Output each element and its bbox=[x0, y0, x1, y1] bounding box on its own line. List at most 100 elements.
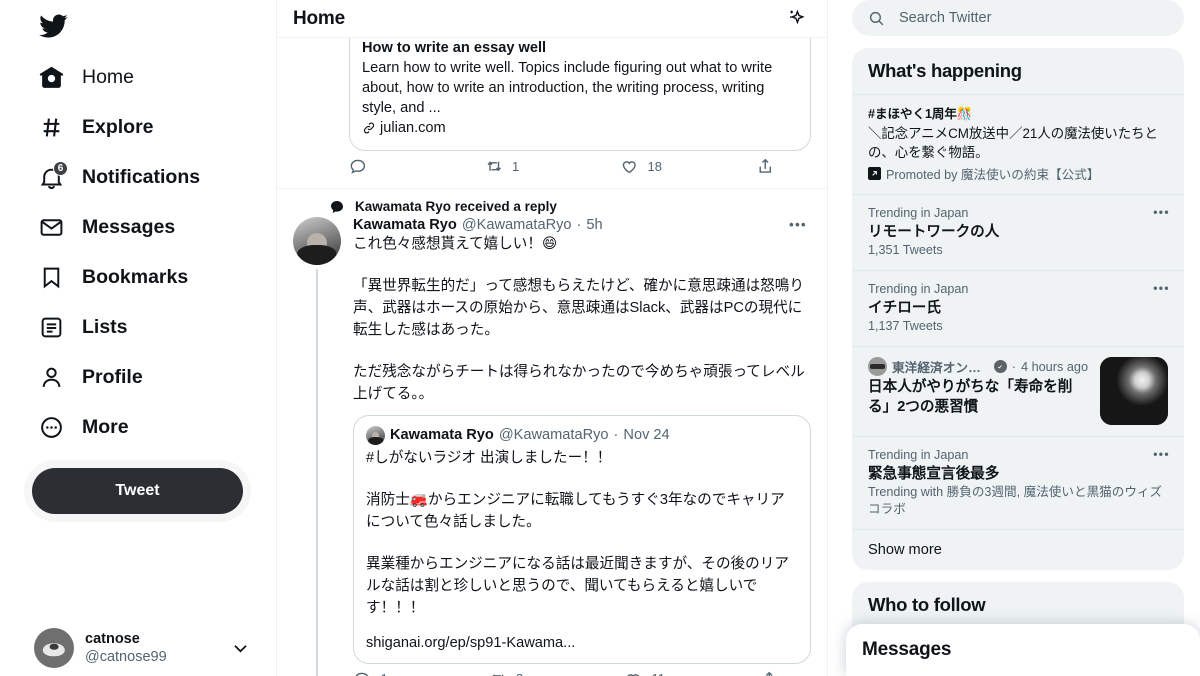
tweet-button[interactable]: Tweet bbox=[32, 468, 243, 514]
tweet-header: Kawamata Ryo @KawamataRyo · 5h ••• bbox=[353, 217, 811, 233]
retweet-icon bbox=[491, 673, 503, 676]
news-row: 東洋経済オンラ... · 4 hours ago 日本人がやりがちな「寿命を削る… bbox=[868, 357, 1168, 425]
news-title: 日本人がやりがちな「寿命を削る」2つの悪習慣 bbox=[868, 379, 1073, 415]
reply-bubble-icon bbox=[329, 199, 345, 215]
account-name: catnose bbox=[85, 631, 140, 647]
tweet-text-para1: 「異世界転生的だ」って感想もらえたけど、確かに意思疎通は怒鳴り声、武器はホースの… bbox=[353, 277, 804, 338]
share-button[interactable] bbox=[756, 157, 775, 176]
tweet-text-para2: ただ残念ながらチートは得られなかったので今めちゃ頑張ってレベル上げてる。。 bbox=[353, 363, 805, 402]
like-count: 18 bbox=[647, 158, 662, 174]
sidebar-item-bookmarks[interactable]: Bookmarks bbox=[32, 252, 202, 302]
trend-item[interactable]: ••• Trending in Japan リモートワークの人 1,351 Tw… bbox=[852, 194, 1184, 270]
like-count: 11 bbox=[652, 671, 666, 676]
like-button[interactable]: 11 bbox=[624, 670, 760, 676]
panel-title: Who to follow bbox=[868, 594, 986, 615]
show-more-button[interactable]: Show more bbox=[852, 529, 1184, 570]
nav-list: Home Explore 6 Notifications Messages Bo… bbox=[32, 52, 264, 452]
share-button[interactable] bbox=[760, 670, 779, 676]
trend-category: Trending in Japan bbox=[868, 206, 969, 220]
like-button[interactable]: 18 bbox=[620, 157, 756, 176]
sidebar-item-notifications[interactable]: 6 Notifications bbox=[32, 152, 214, 202]
sidebar-item-home[interactable]: Home bbox=[32, 52, 148, 102]
trend-item[interactable]: ••• Trending in Japan 緊急事態宣言後最多 Trending… bbox=[852, 436, 1184, 529]
sidebar-item-label: Notifications bbox=[82, 166, 201, 188]
more-options-icon[interactable]: ••• bbox=[1153, 281, 1170, 295]
reply-button[interactable] bbox=[349, 157, 485, 176]
right-sidebar: What's happening #まほやく1周年🎊 ＼記念アニメCM放送中／2… bbox=[828, 0, 1200, 676]
sidebar-item-messages[interactable]: Messages bbox=[32, 202, 189, 252]
trend-name: イチロー氏 bbox=[868, 300, 941, 316]
quoted-text-para1: #しがないラジオ 出演しましたー！！ bbox=[366, 449, 612, 466]
panel-title: What's happening bbox=[868, 60, 1022, 81]
reply-button[interactable]: 1 bbox=[353, 670, 489, 676]
retweet-icon bbox=[487, 161, 501, 172]
quoted-timestamp: Nov 24 bbox=[623, 427, 670, 443]
twitter-bird-icon bbox=[39, 14, 68, 38]
card-description: Learn how to write well. Topics include … bbox=[362, 60, 773, 116]
news-main: 東洋経済オンラ... · 4 hours ago 日本人がやりがちな「寿命を削る… bbox=[868, 357, 1088, 417]
tweet-context: Kawamata Ryo received a reply bbox=[293, 189, 811, 217]
separator: · bbox=[613, 427, 619, 443]
avatar bbox=[34, 628, 74, 668]
news-timestamp: 4 hours ago bbox=[1020, 359, 1088, 374]
more-options-icon[interactable]: ••• bbox=[1153, 205, 1170, 219]
trend-name: リモートワークの人 bbox=[868, 224, 1000, 240]
search-input[interactable] bbox=[899, 10, 1168, 26]
link-preview-card[interactable]: How to write an essay well Learn how to … bbox=[349, 38, 811, 151]
sidebar-item-lists[interactable]: Lists bbox=[32, 302, 142, 352]
account-switcher[interactable]: catnose @catnose99 bbox=[26, 620, 258, 676]
avatar[interactable] bbox=[293, 216, 341, 265]
promoted-tag: #まほやく1周年🎊 bbox=[868, 107, 973, 121]
quoted-text-para2: 消防士🚒からエンジニアに転職してもうすぐ3年なのでキャリアについて色々話しました… bbox=[366, 491, 785, 530]
avatar bbox=[366, 425, 385, 445]
trend-item[interactable]: ••• Trending in Japan イチロー氏 1,137 Tweets bbox=[852, 270, 1184, 346]
tweet-avatar-column bbox=[293, 216, 341, 676]
tweet-actions: 1 2 11 bbox=[353, 664, 778, 676]
messages-dock[interactable]: Messages bbox=[846, 624, 1200, 676]
trend-category: Trending in Japan bbox=[868, 448, 969, 462]
sidebar-item-label: Messages bbox=[82, 216, 176, 238]
quoted-text-para3: 異業種からエンジニアになる話は最近聞きますが、その後のリアルな話は割と珍しいと思… bbox=[366, 555, 789, 616]
hashtag-icon bbox=[38, 114, 64, 140]
sparkles-icon[interactable] bbox=[779, 3, 811, 35]
tweet-kawamata[interactable]: Kawamata Ryo received a reply Kawamata R… bbox=[277, 189, 827, 676]
search-area bbox=[852, 0, 1184, 36]
quoted-tweet-header: Kawamata Ryo @KawamataRyo · Nov 24 bbox=[366, 425, 798, 445]
page-title: Home bbox=[293, 7, 345, 29]
sidebar-item-more[interactable]: More bbox=[32, 402, 143, 452]
retweet-button[interactable]: 2 bbox=[489, 670, 625, 676]
card-link[interactable]: julian.com bbox=[362, 118, 798, 138]
link-icon bbox=[362, 121, 376, 135]
news-item[interactable]: 東洋経済オンラ... · 4 hours ago 日本人がやりがちな「寿命を削る… bbox=[852, 346, 1184, 436]
trending-with: Trending with 勝負の3週間, 魔法使いと黒猫のウィズコラボ bbox=[868, 484, 1168, 518]
more-options-icon[interactable]: ••• bbox=[785, 217, 811, 232]
main-feed-column: Home How to write an essay well Learn ho… bbox=[276, 0, 828, 676]
heart-icon bbox=[622, 161, 636, 174]
search-box[interactable] bbox=[852, 0, 1184, 36]
trending-with-label: Trending with bbox=[868, 485, 944, 499]
separator: · bbox=[576, 216, 582, 233]
search-icon bbox=[869, 11, 884, 25]
tweet-author-name[interactable]: Kawamata Ryo bbox=[353, 217, 457, 233]
promoted-trend[interactable]: #まほやく1周年🎊 ＼記念アニメCM放送中／21人の魔法使いたちとの、心を繋ぐ物… bbox=[852, 94, 1184, 194]
tweet-actions: 1 18 bbox=[349, 151, 774, 184]
home-icon bbox=[38, 64, 64, 90]
quoted-url[interactable]: shiganai.org/ep/sp91-Kawama... bbox=[366, 635, 798, 651]
news-separator: · bbox=[1011, 359, 1016, 374]
heart-icon bbox=[627, 673, 640, 676]
more-options-icon[interactable]: ••• bbox=[1153, 447, 1170, 461]
twitter-app: Home Explore 6 Notifications Messages Bo… bbox=[0, 0, 1200, 676]
reply-icon bbox=[355, 672, 369, 676]
quoted-tweet[interactable]: Kawamata Ryo @KawamataRyo · Nov 24 #しがない… bbox=[353, 414, 811, 664]
sidebar-item-explore[interactable]: Explore bbox=[32, 102, 168, 152]
envelope-icon bbox=[38, 214, 64, 240]
tweet-essay[interactable]: How to write an essay well Learn how to … bbox=[277, 38, 827, 189]
sidebar-item-label: Bookmarks bbox=[82, 266, 189, 288]
twitter-logo[interactable] bbox=[32, 0, 264, 52]
retweet-button[interactable]: 1 bbox=[485, 157, 621, 176]
bell-icon: 6 bbox=[38, 161, 68, 190]
sidebar-item-profile[interactable]: Profile bbox=[32, 352, 157, 402]
promoted-description: ＼記念アニメCM放送中／21人の魔法使いたちとの、心を繋ぐ物語。 bbox=[868, 126, 1158, 160]
